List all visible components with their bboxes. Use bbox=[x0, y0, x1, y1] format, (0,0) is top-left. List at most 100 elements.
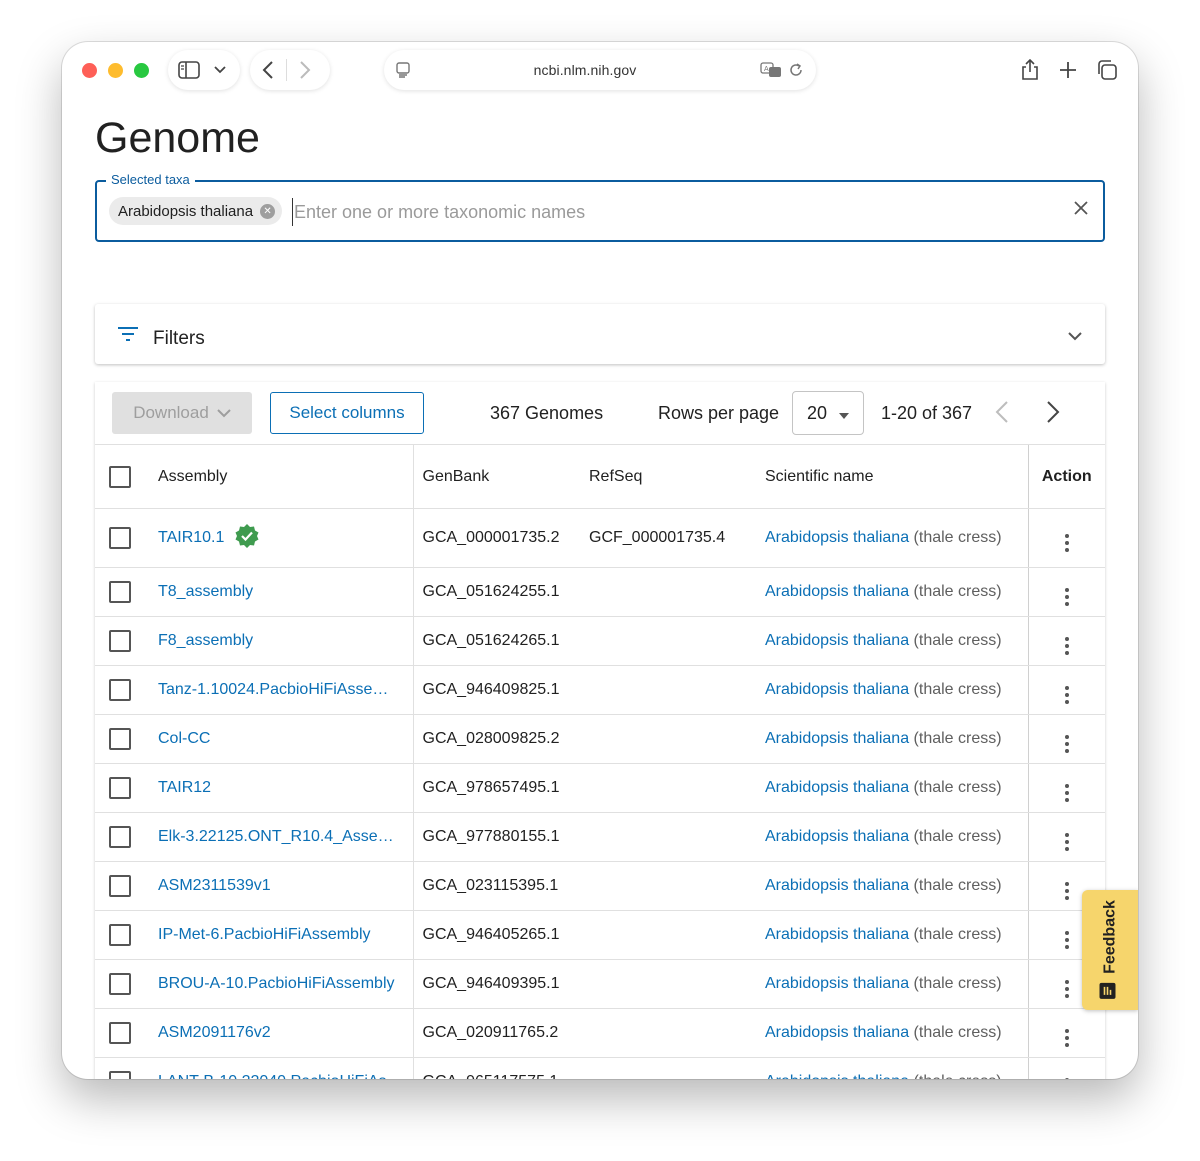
row-checkbox[interactable] bbox=[109, 826, 131, 848]
kebab-icon[interactable] bbox=[1064, 832, 1069, 851]
previous-page-icon[interactable] bbox=[995, 400, 1009, 429]
taxa-input[interactable] bbox=[292, 198, 1052, 226]
kebab-icon[interactable] bbox=[1064, 685, 1069, 704]
forward-icon[interactable] bbox=[299, 61, 311, 79]
header-scientific-name[interactable]: Scientific name bbox=[765, 444, 1028, 509]
assembly-link[interactable]: Col-CC bbox=[158, 730, 210, 748]
row-select-cell bbox=[95, 861, 158, 911]
scientific-name-cell: Arabidopsis thaliana (thale cress) bbox=[765, 861, 1028, 911]
clear-icon[interactable] bbox=[1073, 200, 1089, 221]
scientific-name-link[interactable]: Arabidopsis thaliana bbox=[765, 730, 909, 747]
row-checkbox[interactable] bbox=[109, 1071, 131, 1079]
kebab-icon[interactable] bbox=[1064, 1028, 1069, 1047]
genbank-cell: GCA_023115395.1 bbox=[413, 861, 589, 911]
kebab-icon[interactable] bbox=[1064, 1077, 1069, 1079]
share-icon[interactable] bbox=[1020, 59, 1040, 81]
common-name: (thale cress) bbox=[913, 779, 1002, 796]
next-page-icon[interactable] bbox=[1046, 400, 1060, 429]
row-select-cell bbox=[95, 1057, 158, 1079]
chip-remove-icon[interactable]: ✕ bbox=[260, 203, 276, 219]
taxon-chip[interactable]: Arabidopsis thaliana ✕ bbox=[109, 197, 283, 225]
filters-panel[interactable]: Filters bbox=[95, 304, 1105, 364]
kebab-icon[interactable] bbox=[1064, 636, 1069, 655]
scientific-name-link[interactable]: Arabidopsis thaliana bbox=[765, 926, 909, 943]
common-name: (thale cress) bbox=[913, 828, 1002, 845]
row-checkbox[interactable] bbox=[109, 630, 131, 652]
chevron-down-icon[interactable] bbox=[1067, 328, 1083, 346]
zoom-window-button[interactable] bbox=[134, 63, 149, 78]
kebab-icon[interactable] bbox=[1064, 930, 1069, 949]
select-all-checkbox[interactable] bbox=[109, 465, 131, 488]
assembly-link[interactable]: Tanz-1.10024.PacbioHiFiAsse… bbox=[158, 681, 388, 699]
assembly-link[interactable]: ASM2091176v2 bbox=[158, 1024, 271, 1042]
new-tab-icon[interactable] bbox=[1058, 59, 1078, 81]
common-name: (thale cress) bbox=[913, 975, 1002, 992]
back-icon[interactable] bbox=[262, 61, 274, 79]
action-cell bbox=[1027, 508, 1105, 568]
kebab-icon[interactable] bbox=[1064, 783, 1069, 802]
reload-icon[interactable] bbox=[788, 62, 804, 78]
header-select-all bbox=[95, 444, 158, 509]
scientific-name-link[interactable]: Arabidopsis thaliana bbox=[765, 975, 909, 992]
tabs-icon[interactable] bbox=[1096, 59, 1118, 81]
sidebar-icon[interactable] bbox=[178, 61, 200, 79]
assembly-link[interactable]: LANT-B-10.22040.PacbioHiFiAs… bbox=[158, 1073, 403, 1079]
refseq-cell bbox=[589, 1008, 765, 1058]
kebab-icon[interactable] bbox=[1064, 587, 1069, 606]
row-checkbox[interactable] bbox=[109, 1022, 131, 1044]
kebab-icon[interactable] bbox=[1064, 734, 1069, 753]
kebab-icon[interactable] bbox=[1064, 979, 1069, 998]
assembly-link[interactable]: IP-Met-6.PacbioHiFiAssembly bbox=[158, 926, 371, 944]
assembly-cell: BROU-A-10.PacbioHiFiAssembly bbox=[158, 959, 414, 1009]
assembly-link[interactable]: Elk-3.22125.ONT_R10.4_Asse… bbox=[158, 828, 394, 846]
assembly-link[interactable]: F8_assembly bbox=[158, 632, 253, 650]
taxa-search-field[interactable]: Selected taxa Arabidopsis thaliana ✕ bbox=[95, 172, 1105, 242]
translate-icon[interactable]: A bbox=[760, 62, 782, 78]
scientific-name-link[interactable]: Arabidopsis thaliana bbox=[765, 828, 909, 845]
header-refseq[interactable]: RefSeq bbox=[589, 444, 765, 509]
assembly-link[interactable]: TAIR12 bbox=[158, 779, 211, 797]
scientific-name-link[interactable]: Arabidopsis thaliana bbox=[765, 583, 909, 600]
row-select-cell bbox=[95, 812, 158, 862]
scientific-name-link[interactable]: Arabidopsis thaliana bbox=[765, 681, 909, 698]
header-genbank[interactable]: GenBank bbox=[413, 444, 589, 509]
row-checkbox[interactable] bbox=[109, 728, 131, 750]
table-body: TAIR10.1 GCA_000001735.2 GCF_000001735.4… bbox=[95, 508, 1105, 1079]
header-assembly[interactable]: Assembly bbox=[158, 444, 414, 509]
action-cell bbox=[1027, 567, 1105, 617]
address-bar[interactable]: ncbi.nlm.nih.gov A bbox=[384, 50, 816, 90]
select-columns-button[interactable]: Select columns bbox=[270, 392, 424, 434]
scientific-name-link[interactable]: Arabidopsis thaliana bbox=[765, 632, 909, 649]
row-checkbox[interactable] bbox=[109, 875, 131, 897]
row-checkbox[interactable] bbox=[109, 777, 131, 799]
close-window-button[interactable] bbox=[82, 63, 97, 78]
row-checkbox[interactable] bbox=[109, 581, 131, 603]
rows-per-page-select[interactable]: 20 bbox=[792, 391, 864, 435]
scientific-name-link[interactable]: Arabidopsis thaliana bbox=[765, 779, 909, 796]
scientific-name-link[interactable]: Arabidopsis thaliana bbox=[765, 529, 909, 546]
rows-per-page-value: 20 bbox=[807, 402, 828, 423]
row-checkbox[interactable] bbox=[109, 973, 131, 995]
download-button[interactable]: Download bbox=[112, 392, 252, 434]
row-checkbox[interactable] bbox=[109, 679, 131, 701]
assembly-link[interactable]: TAIR10.1 bbox=[158, 529, 224, 547]
kebab-icon[interactable] bbox=[1064, 881, 1069, 900]
scientific-name-link[interactable]: Arabidopsis thaliana bbox=[765, 1073, 909, 1079]
scientific-name-cell: Arabidopsis thaliana (thale cress) bbox=[765, 508, 1028, 568]
row-select-cell bbox=[95, 616, 158, 666]
scientific-name-cell: Arabidopsis thaliana (thale cress) bbox=[765, 812, 1028, 862]
reader-icon[interactable] bbox=[396, 62, 410, 78]
kebab-icon[interactable] bbox=[1064, 533, 1069, 552]
feedback-button[interactable]: Feedback bbox=[1082, 890, 1138, 1010]
assembly-link[interactable]: BROU-A-10.PacbioHiFiAssembly bbox=[158, 975, 395, 993]
row-checkbox[interactable] bbox=[109, 924, 131, 946]
browser-window: ncbi.nlm.nih.gov A Genome Selected taxa … bbox=[62, 42, 1138, 1079]
scientific-name-link[interactable]: Arabidopsis thaliana bbox=[765, 877, 909, 894]
assembly-link[interactable]: ASM2311539v1 bbox=[158, 877, 271, 895]
scientific-name-link[interactable]: Arabidopsis thaliana bbox=[765, 1024, 909, 1041]
chevron-down-icon[interactable] bbox=[214, 66, 226, 74]
assembly-link[interactable]: T8_assembly bbox=[158, 583, 253, 601]
minimize-window-button[interactable] bbox=[108, 63, 123, 78]
row-checkbox[interactable] bbox=[109, 527, 131, 549]
table-row: TAIR10.1 GCA_000001735.2 GCF_000001735.4… bbox=[95, 508, 1105, 568]
